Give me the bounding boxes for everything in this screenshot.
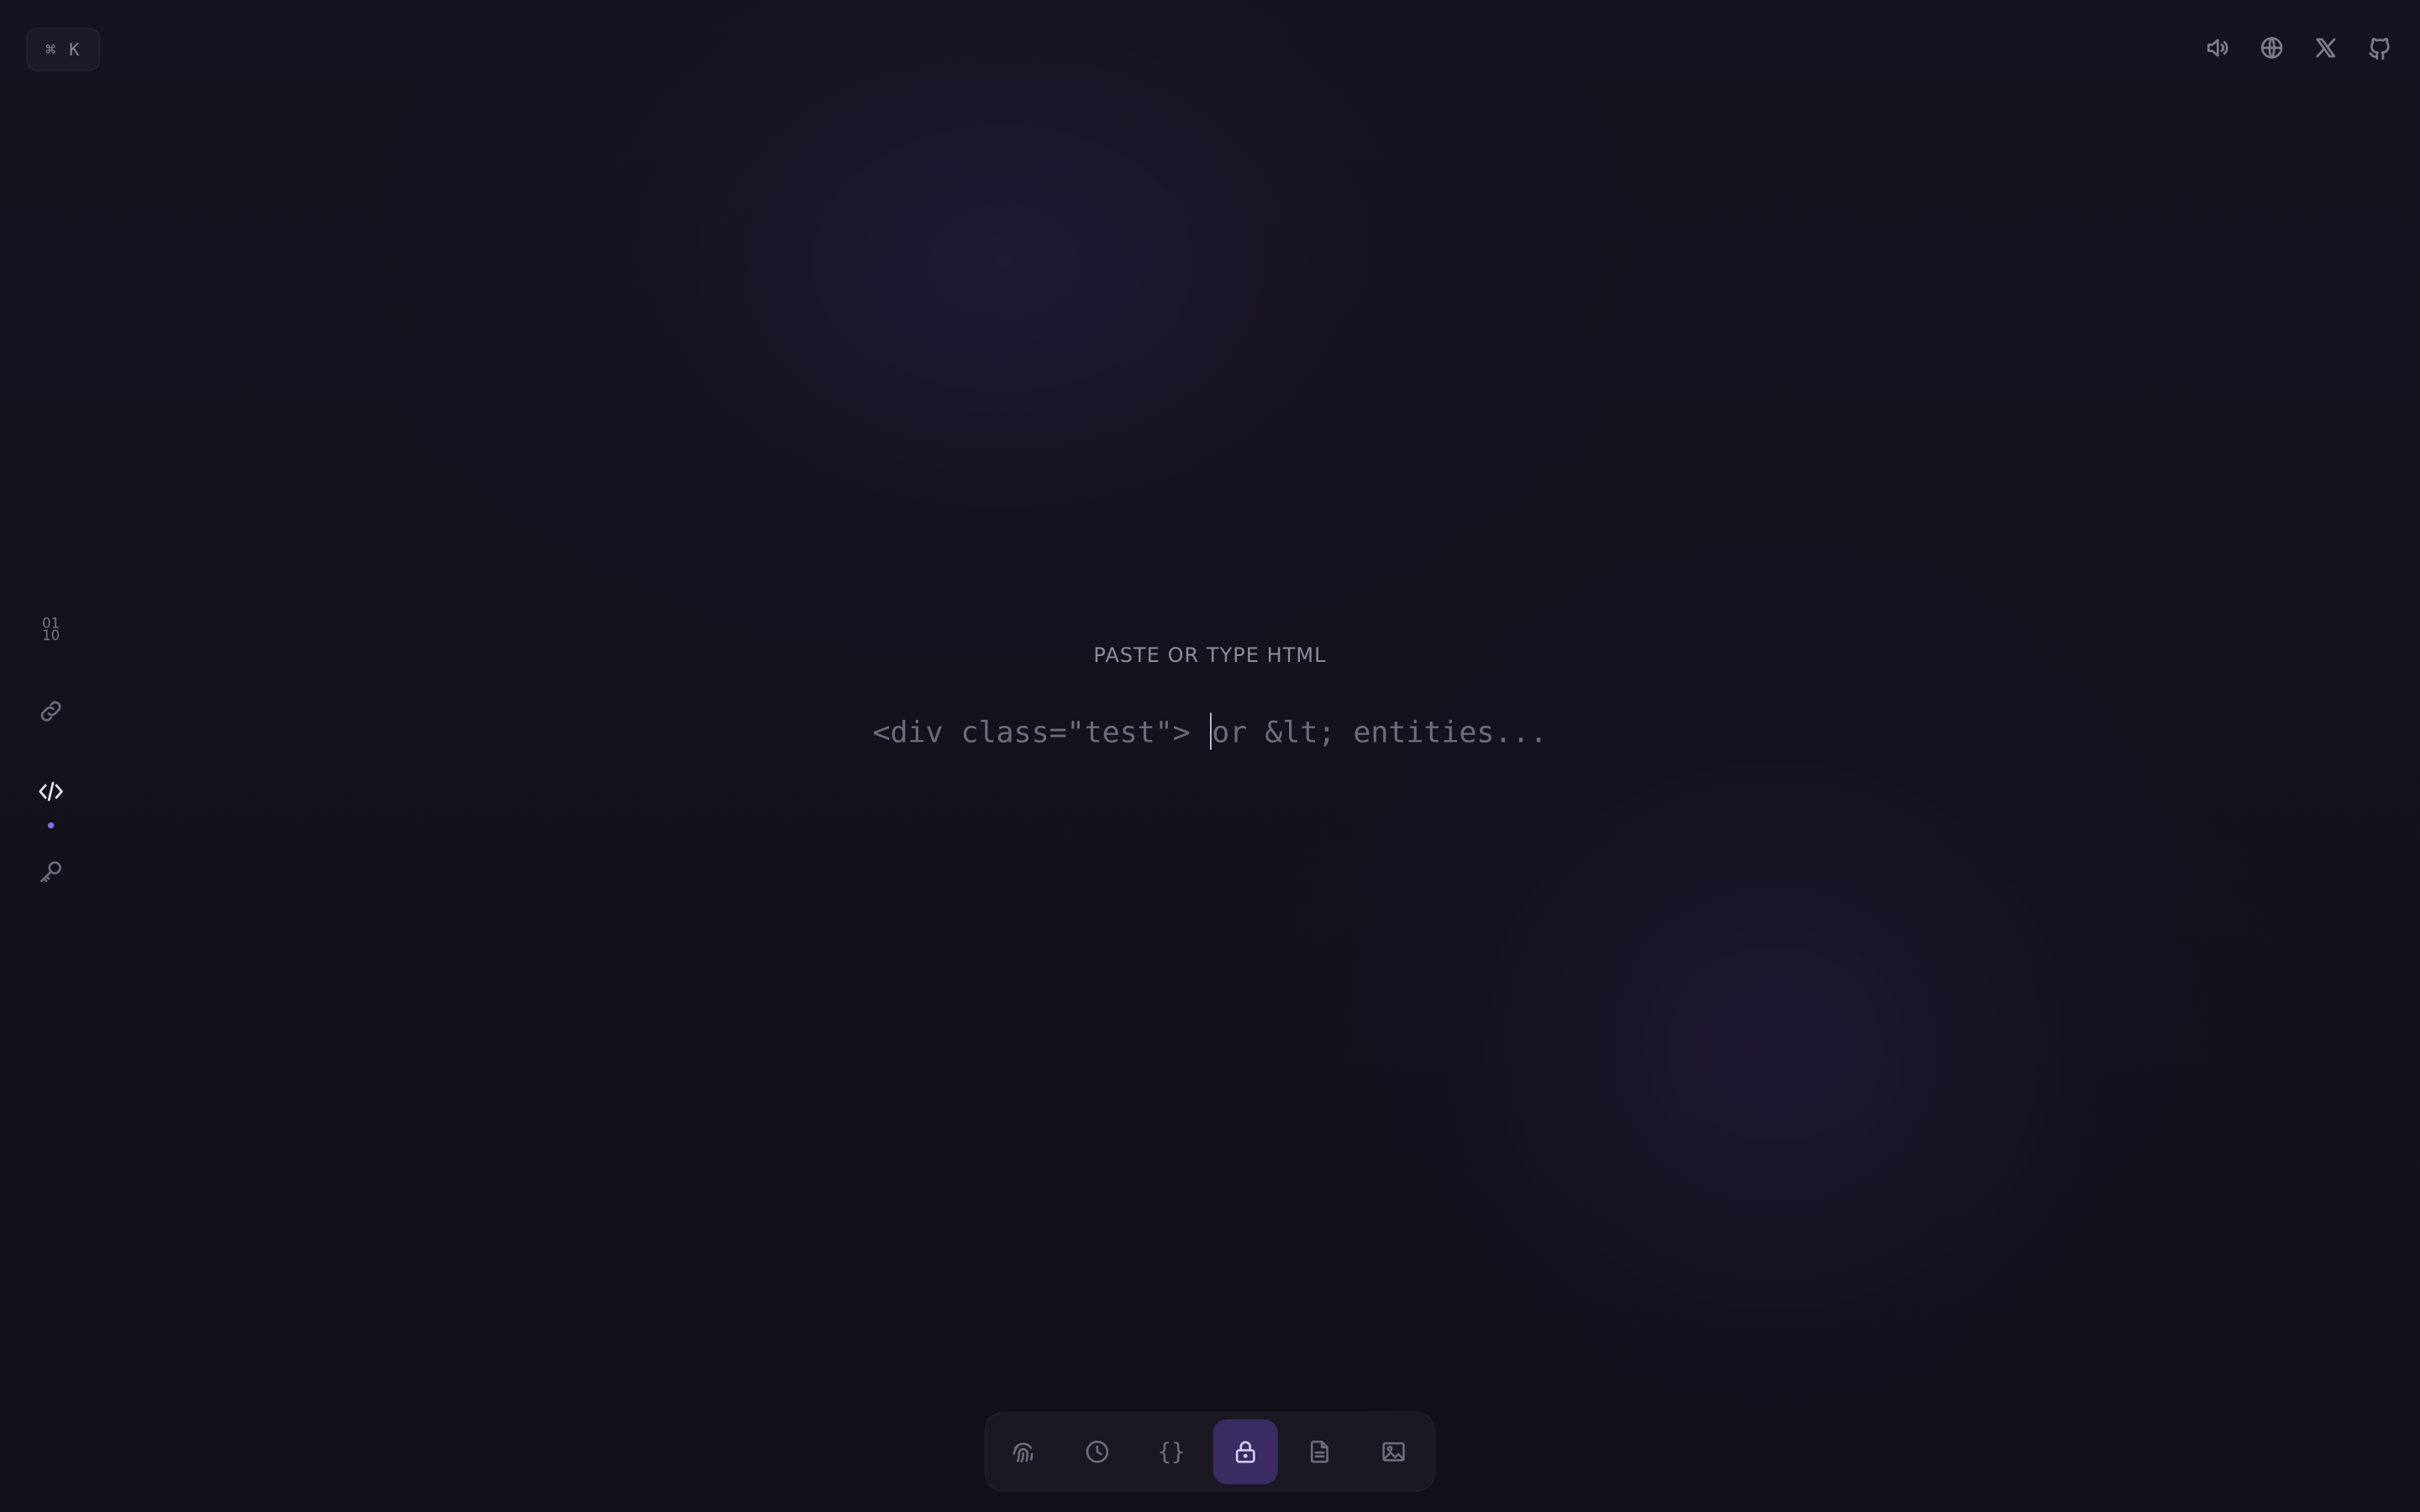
sidebar-item-html[interactable] [31, 771, 71, 811]
key-icon [40, 861, 62, 883]
command-palette-button[interactable]: ⌘ K [26, 28, 101, 71]
github-icon[interactable] [2366, 34, 2392, 60]
image-icon [1382, 1441, 1405, 1462]
placeholder-text-rest: or &lt; entities... [1212, 716, 1548, 750]
bottom-dock: {} [984, 1411, 1436, 1493]
app-canvas: ⌘ K 01 10 PASTE OR TYPE HTML <div class=" [0, 0, 2420, 1512]
placeholder-text: <div class="test"> [872, 716, 1208, 750]
dock-document-button[interactable] [1287, 1420, 1352, 1484]
dock-lock-button[interactable] [1213, 1419, 1278, 1484]
code-icon [39, 781, 63, 801]
page-title: PASTE OR TYPE HTML [1093, 644, 1327, 669]
speaker-icon[interactable] [2204, 34, 2230, 60]
active-indicator-dot [47, 822, 55, 829]
dock-json-button[interactable]: {} [1139, 1420, 1203, 1484]
clock-icon [1086, 1441, 1109, 1463]
top-right-toolbar [2204, 34, 2392, 60]
lock-icon [1235, 1441, 1255, 1463]
dock-image-button[interactable] [1361, 1420, 1426, 1484]
sidebar-item-key[interactable] [31, 852, 71, 892]
braces-icon: {} [1157, 1437, 1186, 1466]
dock-fingerprint-button[interactable] [991, 1420, 1055, 1484]
html-input[interactable]: <div class="test"> or &lt; entities... [0, 712, 2420, 750]
fingerprint-icon [1013, 1442, 1034, 1463]
binary-icon: 01 10 [42, 617, 60, 645]
x-logo-icon[interactable] [2312, 34, 2338, 60]
globe-icon[interactable] [2258, 34, 2284, 60]
document-icon [1310, 1441, 1328, 1463]
dock-clock-button[interactable] [1065, 1420, 1129, 1484]
